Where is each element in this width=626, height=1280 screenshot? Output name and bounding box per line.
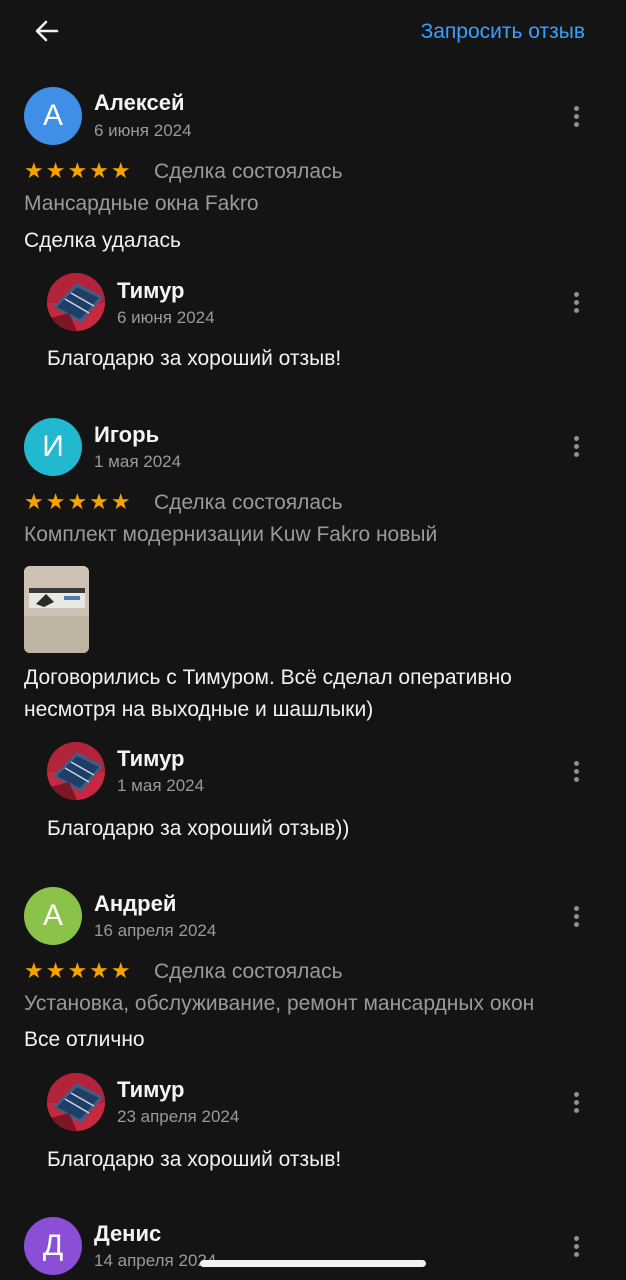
seller-avatar — [47, 1073, 105, 1131]
avatar: А — [24, 87, 82, 145]
seller-avatar — [47, 273, 105, 331]
more-options-icon[interactable] — [566, 1089, 586, 1119]
reply-author: Тимур — [117, 746, 185, 771]
avatar: А — [24, 887, 82, 945]
more-options-icon[interactable] — [566, 903, 586, 933]
review-text-line: Договорились с Тимуром. Всё сделал опера… — [24, 666, 512, 689]
more-options-icon[interactable] — [566, 103, 586, 133]
reply-text: Благодарю за хороший отзыв)) — [47, 817, 350, 840]
reviewer-name: Денис — [94, 1221, 162, 1246]
product-title: Установка, обслуживание, ремонт мансардн… — [24, 992, 535, 1015]
review-text-line: несмотря на выходные и шашлыки) — [24, 698, 374, 721]
reviewer-name: Андрей — [94, 891, 177, 916]
review-date: 1 мая 2024 — [94, 452, 182, 471]
reply-author: Тимур — [117, 1077, 185, 1102]
top-bar: Запросить отзыв — [0, 0, 626, 64]
product-title: Мансардные окна Fakro — [24, 192, 259, 215]
deal-status: Сделка состоялась — [154, 491, 343, 514]
review-date: 14 апреля 2024 — [94, 1251, 217, 1270]
avatar: И — [24, 418, 82, 476]
reply-text: Благодарю за хороший отзыв! — [47, 347, 342, 370]
rating-stars: ★★★★★ — [24, 958, 133, 983]
review-photo[interactable] — [24, 566, 89, 653]
back-arrow-icon[interactable] — [30, 14, 64, 48]
reply-date: 6 июня 2024 — [117, 308, 215, 327]
reviewer-name: Игорь — [94, 422, 160, 447]
more-options-icon[interactable] — [566, 758, 586, 788]
reviewer-name: Алексей — [94, 90, 185, 115]
review-text: Сделка удалась — [24, 229, 181, 252]
deal-status: Сделка состоялась — [154, 960, 343, 983]
reply-text: Благодарю за хороший отзыв! — [47, 1148, 342, 1171]
review-date: 16 апреля 2024 — [94, 921, 217, 940]
more-options-icon[interactable] — [566, 433, 586, 463]
reply-author: Тимур — [117, 278, 185, 303]
reply-date: 1 мая 2024 — [117, 776, 205, 795]
more-options-icon[interactable] — [566, 1233, 586, 1263]
review-date: 6 июня 2024 — [94, 121, 192, 140]
review-text: Договорились с Тимуром. Всё сделал опера… — [24, 662, 604, 726]
deal-status: Сделка состоялась — [154, 160, 343, 183]
rating-stars: ★★★★★ — [24, 158, 133, 183]
review-text: Все отлично — [24, 1028, 145, 1051]
rating-stars: ★★★★★ — [24, 489, 133, 514]
seller-avatar — [47, 742, 105, 800]
reply-date: 23 апреля 2024 — [117, 1107, 240, 1126]
avatar: Д — [24, 1217, 82, 1275]
home-indicator[interactable] — [200, 1260, 426, 1267]
more-options-icon[interactable] — [566, 289, 586, 319]
request-review-button[interactable]: Запросить отзыв — [421, 20, 585, 44]
product-title: Комплект модернизации Kuw Fakro новый — [24, 523, 438, 546]
